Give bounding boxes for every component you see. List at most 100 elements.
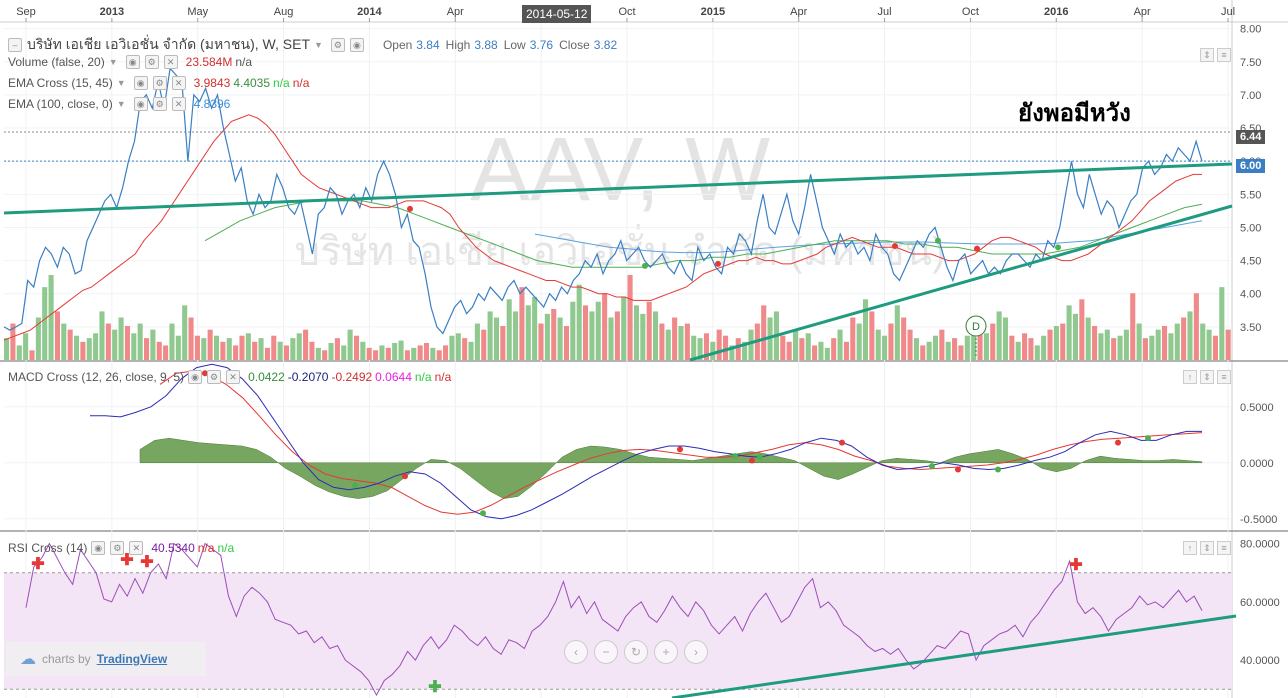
indicator-value: 40.5340	[151, 541, 195, 555]
volume-bar	[150, 329, 156, 360]
credit-brand-link[interactable]: TradingView	[97, 652, 167, 666]
macd-cross-marker	[352, 482, 358, 489]
chevron-right-icon[interactable]: ›	[684, 640, 708, 664]
volume-bar	[563, 326, 570, 360]
macd-label: MACD Cross (12, 26, close, 9, 5)	[8, 370, 185, 384]
chevron-down-icon[interactable]: ▼	[109, 57, 118, 67]
volume-bar	[1162, 326, 1168, 360]
indicator-value: 4.8396	[193, 97, 231, 111]
volume-bar	[23, 333, 29, 360]
volume-bar	[455, 333, 461, 360]
chevron-down-icon[interactable]: ▼	[117, 99, 126, 109]
tradingview-credit[interactable]: ☁ charts by TradingView	[6, 642, 206, 676]
pane-controls-macd[interactable]: ↑ ⇕ ≡	[1183, 370, 1231, 384]
maximize-icon[interactable]: ⇕	[1200, 48, 1214, 62]
move-up-icon[interactable]: ↑	[1183, 541, 1197, 555]
volume-bar	[990, 323, 996, 360]
visibility-icon[interactable]: ◉	[188, 370, 203, 384]
volume-bar	[207, 329, 213, 360]
legend-ema-cross[interactable]: EMA Cross (15, 45) ▼ ◉ ⚙ ✕ 3.9843 4.4035 n…	[8, 76, 309, 90]
volume-bar	[245, 333, 251, 360]
volume-bar	[1066, 305, 1072, 360]
settings-icon[interactable]: ⚙	[207, 370, 222, 384]
close-icon[interactable]: ✕	[171, 97, 186, 111]
volume-bar	[296, 333, 302, 360]
volume-bar	[595, 301, 601, 360]
volume-bar	[29, 350, 35, 360]
settings-icon[interactable]: ⚙	[152, 76, 167, 90]
symbol-legend[interactable]: – บริษัท เอเชีย เอวิเอชั่น จำกัด (มหาชน)…	[8, 34, 617, 56]
chart-navigation-toolbar[interactable]: ‹ − ↻ + ›	[564, 640, 708, 664]
volume-bar	[1111, 338, 1117, 360]
visibility-icon[interactable]: ◉	[349, 38, 364, 52]
legend-rsi[interactable]: RSI Cross (14) ◉ ⚙ ✕ 40.5340 n/a n/a	[8, 541, 234, 555]
x-tick-label: May	[187, 6, 208, 18]
move-up-icon[interactable]: ↑	[1183, 370, 1197, 384]
visibility-icon[interactable]: ◉	[125, 55, 140, 69]
volume-bar	[398, 340, 404, 360]
volume-bar	[175, 335, 181, 360]
close-icon[interactable]: ✕	[129, 541, 144, 555]
visibility-icon[interactable]: ◉	[133, 76, 148, 90]
volume-bar	[201, 338, 207, 360]
pane-menu-icon[interactable]: ≡	[1217, 541, 1231, 555]
cross-marker	[715, 260, 721, 267]
volume-bar	[303, 329, 309, 360]
collapse-icon[interactable]: –	[8, 38, 22, 52]
indicator-value: n/a	[197, 541, 215, 555]
volume-bar	[1123, 329, 1129, 360]
ohlc-value: 3.88	[474, 38, 498, 52]
volume-bar	[264, 347, 270, 360]
maximize-icon[interactable]: ⇕	[1200, 370, 1214, 384]
volume-values: 23.584M n/a	[183, 55, 252, 69]
x-tick-label: Aug	[274, 6, 294, 18]
indicator-value: -0.2070	[287, 370, 329, 384]
volume-bar	[640, 313, 646, 360]
chevron-down-icon[interactable]: ▼	[117, 78, 126, 88]
settings-icon[interactable]: ⚙	[110, 541, 125, 555]
volume-bar	[334, 338, 340, 360]
reset-icon[interactable]: ↻	[624, 640, 648, 664]
volume-bar	[824, 347, 830, 360]
volume-bar	[1098, 333, 1104, 360]
plus-icon[interactable]: +	[654, 640, 678, 664]
volume-bar	[932, 335, 939, 360]
volume-bar	[583, 305, 589, 360]
rsi-cross-marker: ✚	[31, 556, 44, 573]
close-icon[interactable]: ✕	[163, 55, 178, 69]
volume-bar	[646, 301, 652, 360]
minus-icon[interactable]: −	[594, 640, 618, 664]
x-tick-label: 2013	[100, 6, 124, 18]
volume-bar	[818, 341, 824, 360]
macd-line	[90, 363, 1202, 520]
settings-icon[interactable]: ⚙	[330, 38, 345, 52]
volume-bar	[627, 275, 633, 360]
volume-bar	[831, 338, 837, 360]
close-icon[interactable]: ✕	[171, 76, 186, 90]
pane-menu-icon[interactable]: ≡	[1217, 48, 1231, 62]
pane-controls-rsi[interactable]: ↑ ⇕ ≡	[1183, 541, 1231, 555]
pane-menu-icon[interactable]: ≡	[1217, 370, 1231, 384]
macd-cross-marker	[1115, 439, 1121, 446]
chevron-down-icon[interactable]: ▼	[314, 40, 323, 50]
volume-bar	[353, 335, 360, 360]
legend-macd[interactable]: MACD Cross (12, 26, close, 9, 5) ◉ ⚙ ✕ 0…	[8, 370, 451, 384]
volume-bar	[131, 333, 137, 360]
settings-icon[interactable]: ⚙	[144, 55, 159, 69]
maximize-icon[interactable]: ⇕	[1200, 541, 1214, 555]
legend-volume[interactable]: Volume (false, 20) ▼ ◉ ⚙ ✕ 23.584M n/a	[8, 55, 252, 69]
visibility-icon[interactable]: ◉	[133, 97, 148, 111]
visibility-icon[interactable]: ◉	[91, 541, 106, 555]
volume-bar	[487, 311, 493, 360]
y-tick-label: -0.5000	[1240, 514, 1277, 526]
volume-bar	[652, 311, 659, 360]
close-icon[interactable]: ✕	[226, 370, 241, 384]
chevron-left-icon[interactable]: ‹	[564, 640, 588, 664]
settings-icon[interactable]: ⚙	[152, 97, 167, 111]
volume-bar	[449, 335, 455, 360]
pane-controls-main[interactable]: ⇕ ≡	[1200, 48, 1231, 62]
legend-ema[interactable]: EMA (100, close, 0) ▼ ◉ ⚙ ✕ 4.8396	[8, 97, 230, 111]
cross-marker	[892, 243, 898, 250]
ohlc-label: Close	[559, 38, 590, 52]
volume-bar	[443, 345, 449, 360]
